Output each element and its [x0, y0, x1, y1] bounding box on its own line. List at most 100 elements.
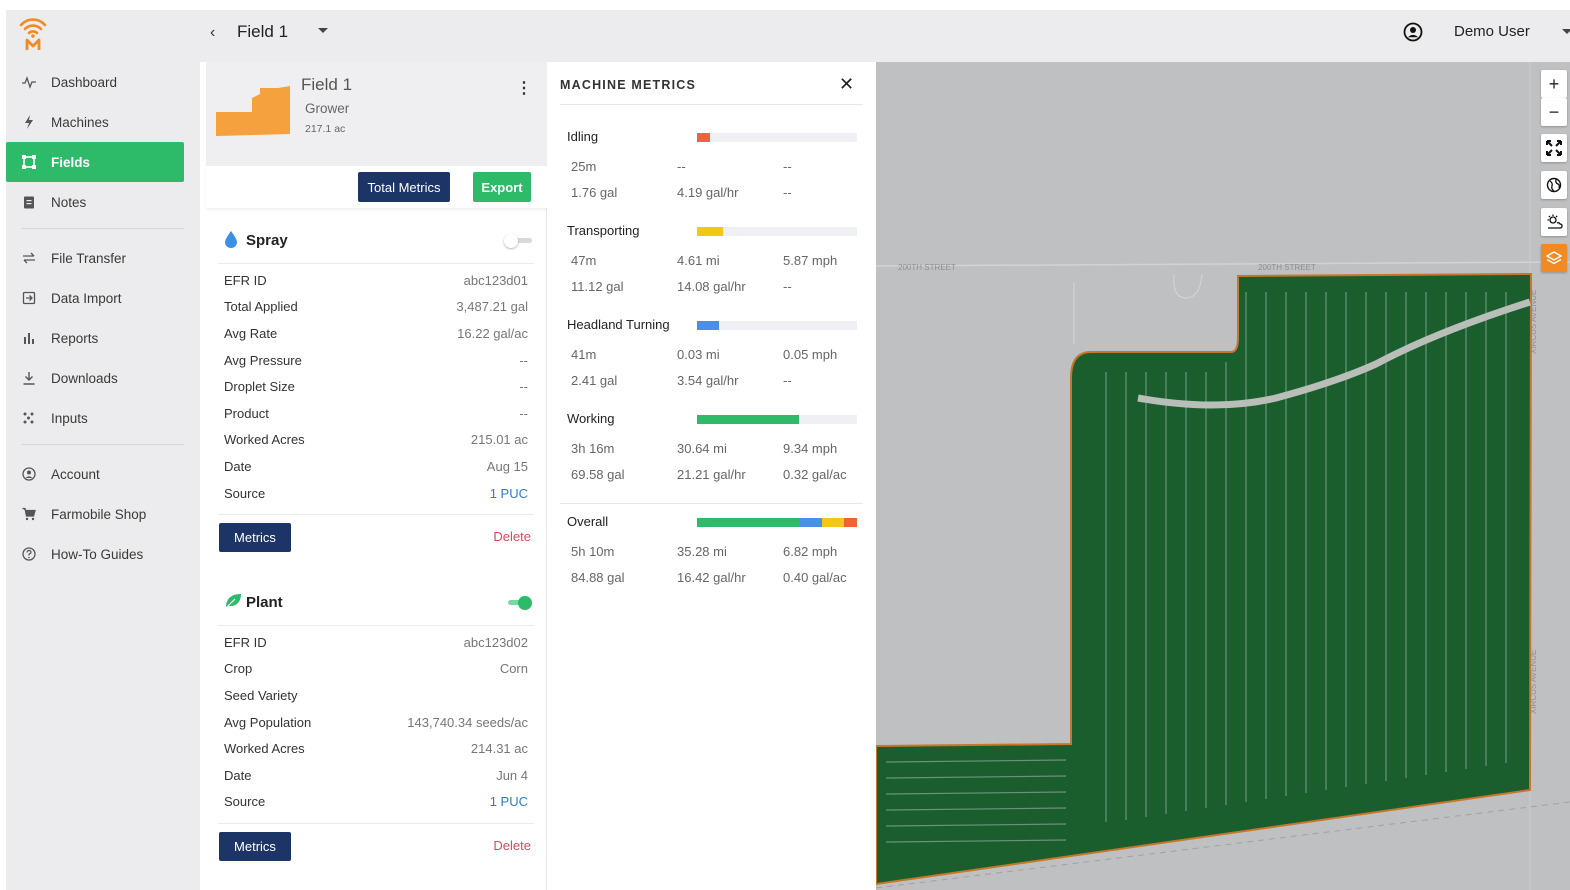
sidebar-item-downloads[interactable]: Downloads [6, 358, 200, 398]
farmobile-logo-icon[interactable] [18, 16, 48, 50]
source-link[interactable]: 1 PUC [490, 794, 528, 809]
detail-label: Avg Rate [224, 325, 278, 341]
field-map[interactable]: 200TH STREET 200TH STREET XIRCUS AVENUE … [876, 62, 1570, 890]
spray-footer: Metrics Delete [218, 514, 534, 564]
sidebar-item-label: Notes [51, 194, 87, 210]
sidebar-item-label: Dashboard [51, 74, 118, 90]
metric-value: 35.28 mi [677, 544, 727, 559]
back-chevron-icon[interactable]: ‹ [210, 24, 215, 42]
detail-label: Droplet Size [224, 379, 295, 395]
detail-row: Worked Acres 214.31 ac [218, 735, 534, 762]
detail-value: -- [519, 405, 528, 421]
bar-segment [697, 133, 710, 142]
layers-icon[interactable] [1541, 244, 1567, 272]
detail-row: Avg Rate 16.22 gal/ac [218, 320, 534, 347]
help-icon [22, 547, 36, 561]
metric-group-label: Overall [567, 514, 609, 529]
spray-delete-button[interactable]: Delete [493, 529, 531, 544]
divider [560, 503, 863, 504]
user-avatar-icon[interactable] [1403, 22, 1423, 42]
detail-row: Date Jun 4 [218, 762, 534, 789]
plant-footer: Metrics Delete [218, 823, 534, 873]
metric-progress-bar [697, 415, 857, 424]
sidebar-item-dashboard[interactable]: Dashboard [6, 62, 200, 102]
metric-value: 4.19 gal/hr [677, 185, 739, 200]
sidebar: Dashboard Machines Fields Notes File Tra… [6, 10, 200, 890]
sidebar-item-inputs[interactable]: Inputs [6, 398, 200, 438]
sidebar-item-reports[interactable]: Reports [6, 318, 200, 358]
detail-row: Crop Corn [218, 656, 534, 683]
sidebar-item-label: Machines [51, 114, 109, 130]
sidebar-item-file-transfer[interactable]: File Transfer [6, 238, 200, 278]
metric-value: -- [783, 159, 792, 174]
metric-value: 0.40 gal/ac [783, 570, 847, 585]
metric-group-idling: Idling 25m -- -- 1.76 gal 4.19 gal/hr -- [567, 129, 857, 209]
chevron-down-icon[interactable] [1562, 29, 1570, 34]
sidebar-item-notes[interactable]: Notes [6, 182, 200, 222]
field-shape-thumbnail [216, 84, 292, 145]
metric-value: 0.32 gal/ac [783, 467, 847, 482]
metric-value: 9.34 mph [783, 441, 838, 456]
zoom-in-icon[interactable]: + [1541, 70, 1567, 98]
map-canvas: 200TH STREET 200TH STREET XIRCUS AVENUE … [876, 62, 1570, 890]
user-circle-icon [22, 467, 36, 481]
source-link[interactable]: 1 PUC [490, 486, 528, 501]
metric-group-label: Headland Turning [567, 317, 670, 332]
export-button[interactable]: Export [473, 172, 531, 202]
detail-label: Source [224, 794, 266, 810]
fullscreen-icon[interactable] [1541, 134, 1567, 162]
weather-icon[interactable] [1541, 208, 1567, 236]
chevron-down-icon[interactable] [318, 28, 328, 33]
nav-divider [22, 444, 184, 445]
sidebar-item-account[interactable]: Account [6, 454, 200, 494]
user-menu-label[interactable]: Demo User [1454, 23, 1530, 40]
sidebar-item-label: How-To Guides [51, 546, 144, 562]
detail-label: EFR ID [224, 634, 267, 650]
total-metrics-button[interactable]: Total Metrics [358, 172, 450, 202]
detail-value: abc123d02 [463, 634, 528, 650]
bar-chart-icon [22, 331, 36, 345]
spray-details: EFR ID abc123d01 Total Applied 3,487.21 gal… [218, 264, 534, 506]
metric-value: 5.87 mph [783, 253, 838, 268]
detail-value: 16.22 gal/ac [457, 325, 528, 341]
sidebar-item-fields[interactable]: Fields [6, 142, 184, 182]
detail-row: Source 1 PUC [218, 789, 534, 816]
globe-icon[interactable] [1541, 171, 1567, 199]
sidebar-item-farmobile-shop[interactable]: Farmobile Shop [6, 494, 200, 534]
sidebar-item-data-import[interactable]: Data Import [6, 278, 200, 318]
detail-row: Source 1 PUC [218, 480, 534, 507]
spray-metrics-button[interactable]: Metrics [219, 523, 291, 553]
field-detail-panel: Field 1 Grower 217.1 ac ⋮ Total Metrics … [206, 62, 547, 890]
metric-value: 2.41 gal [571, 373, 618, 388]
bar-segment [844, 518, 857, 527]
metric-value: 84.88 gal [571, 570, 625, 585]
metric-value: 0.03 mi [677, 347, 720, 362]
metric-value: -- [783, 185, 792, 200]
zoom-out-icon[interactable]: − [1541, 98, 1567, 126]
metric-value: -- [677, 159, 686, 174]
close-icon[interactable]: ✕ [839, 74, 854, 95]
metric-value: 21.21 gal/hr [677, 467, 746, 482]
sidebar-item-machines[interactable]: Machines [6, 102, 200, 142]
bar-segment [697, 321, 720, 330]
more-options-icon[interactable]: ⋮ [516, 78, 532, 98]
street-label-top-left: 200TH STREET [898, 263, 956, 272]
machine-metrics-title: MACHINE METRICS [560, 78, 697, 92]
sidebar-item-label: Account [51, 466, 100, 482]
detail-row: Total Applied 3,487.21 gal [218, 294, 534, 321]
field-selector-label[interactable]: Field 1 [237, 22, 288, 42]
spray-visibility-toggle[interactable] [504, 234, 532, 248]
detail-label: Seed Variety [224, 687, 298, 703]
sidebar-item-how-to-guides[interactable]: How-To Guides [6, 534, 200, 574]
metric-progress-bar [697, 133, 857, 142]
plant-metrics-button[interactable]: Metrics [219, 832, 291, 862]
sidebar-item-label: Data Import [51, 290, 122, 306]
plant-visibility-toggle[interactable] [504, 596, 532, 610]
detail-row: EFR ID abc123d01 [218, 267, 534, 294]
plant-delete-button[interactable]: Delete [493, 838, 531, 853]
detail-label: Source [224, 485, 266, 501]
metric-group-transporting: Transporting 47m 4.61 mi 5.87 mph 11.12 gal 1… [567, 223, 857, 303]
detail-row: Avg Population 143,740.34 seeds/ac [218, 709, 534, 736]
detail-row: Avg Pressure -- [218, 347, 534, 374]
bar-segment [697, 518, 800, 527]
